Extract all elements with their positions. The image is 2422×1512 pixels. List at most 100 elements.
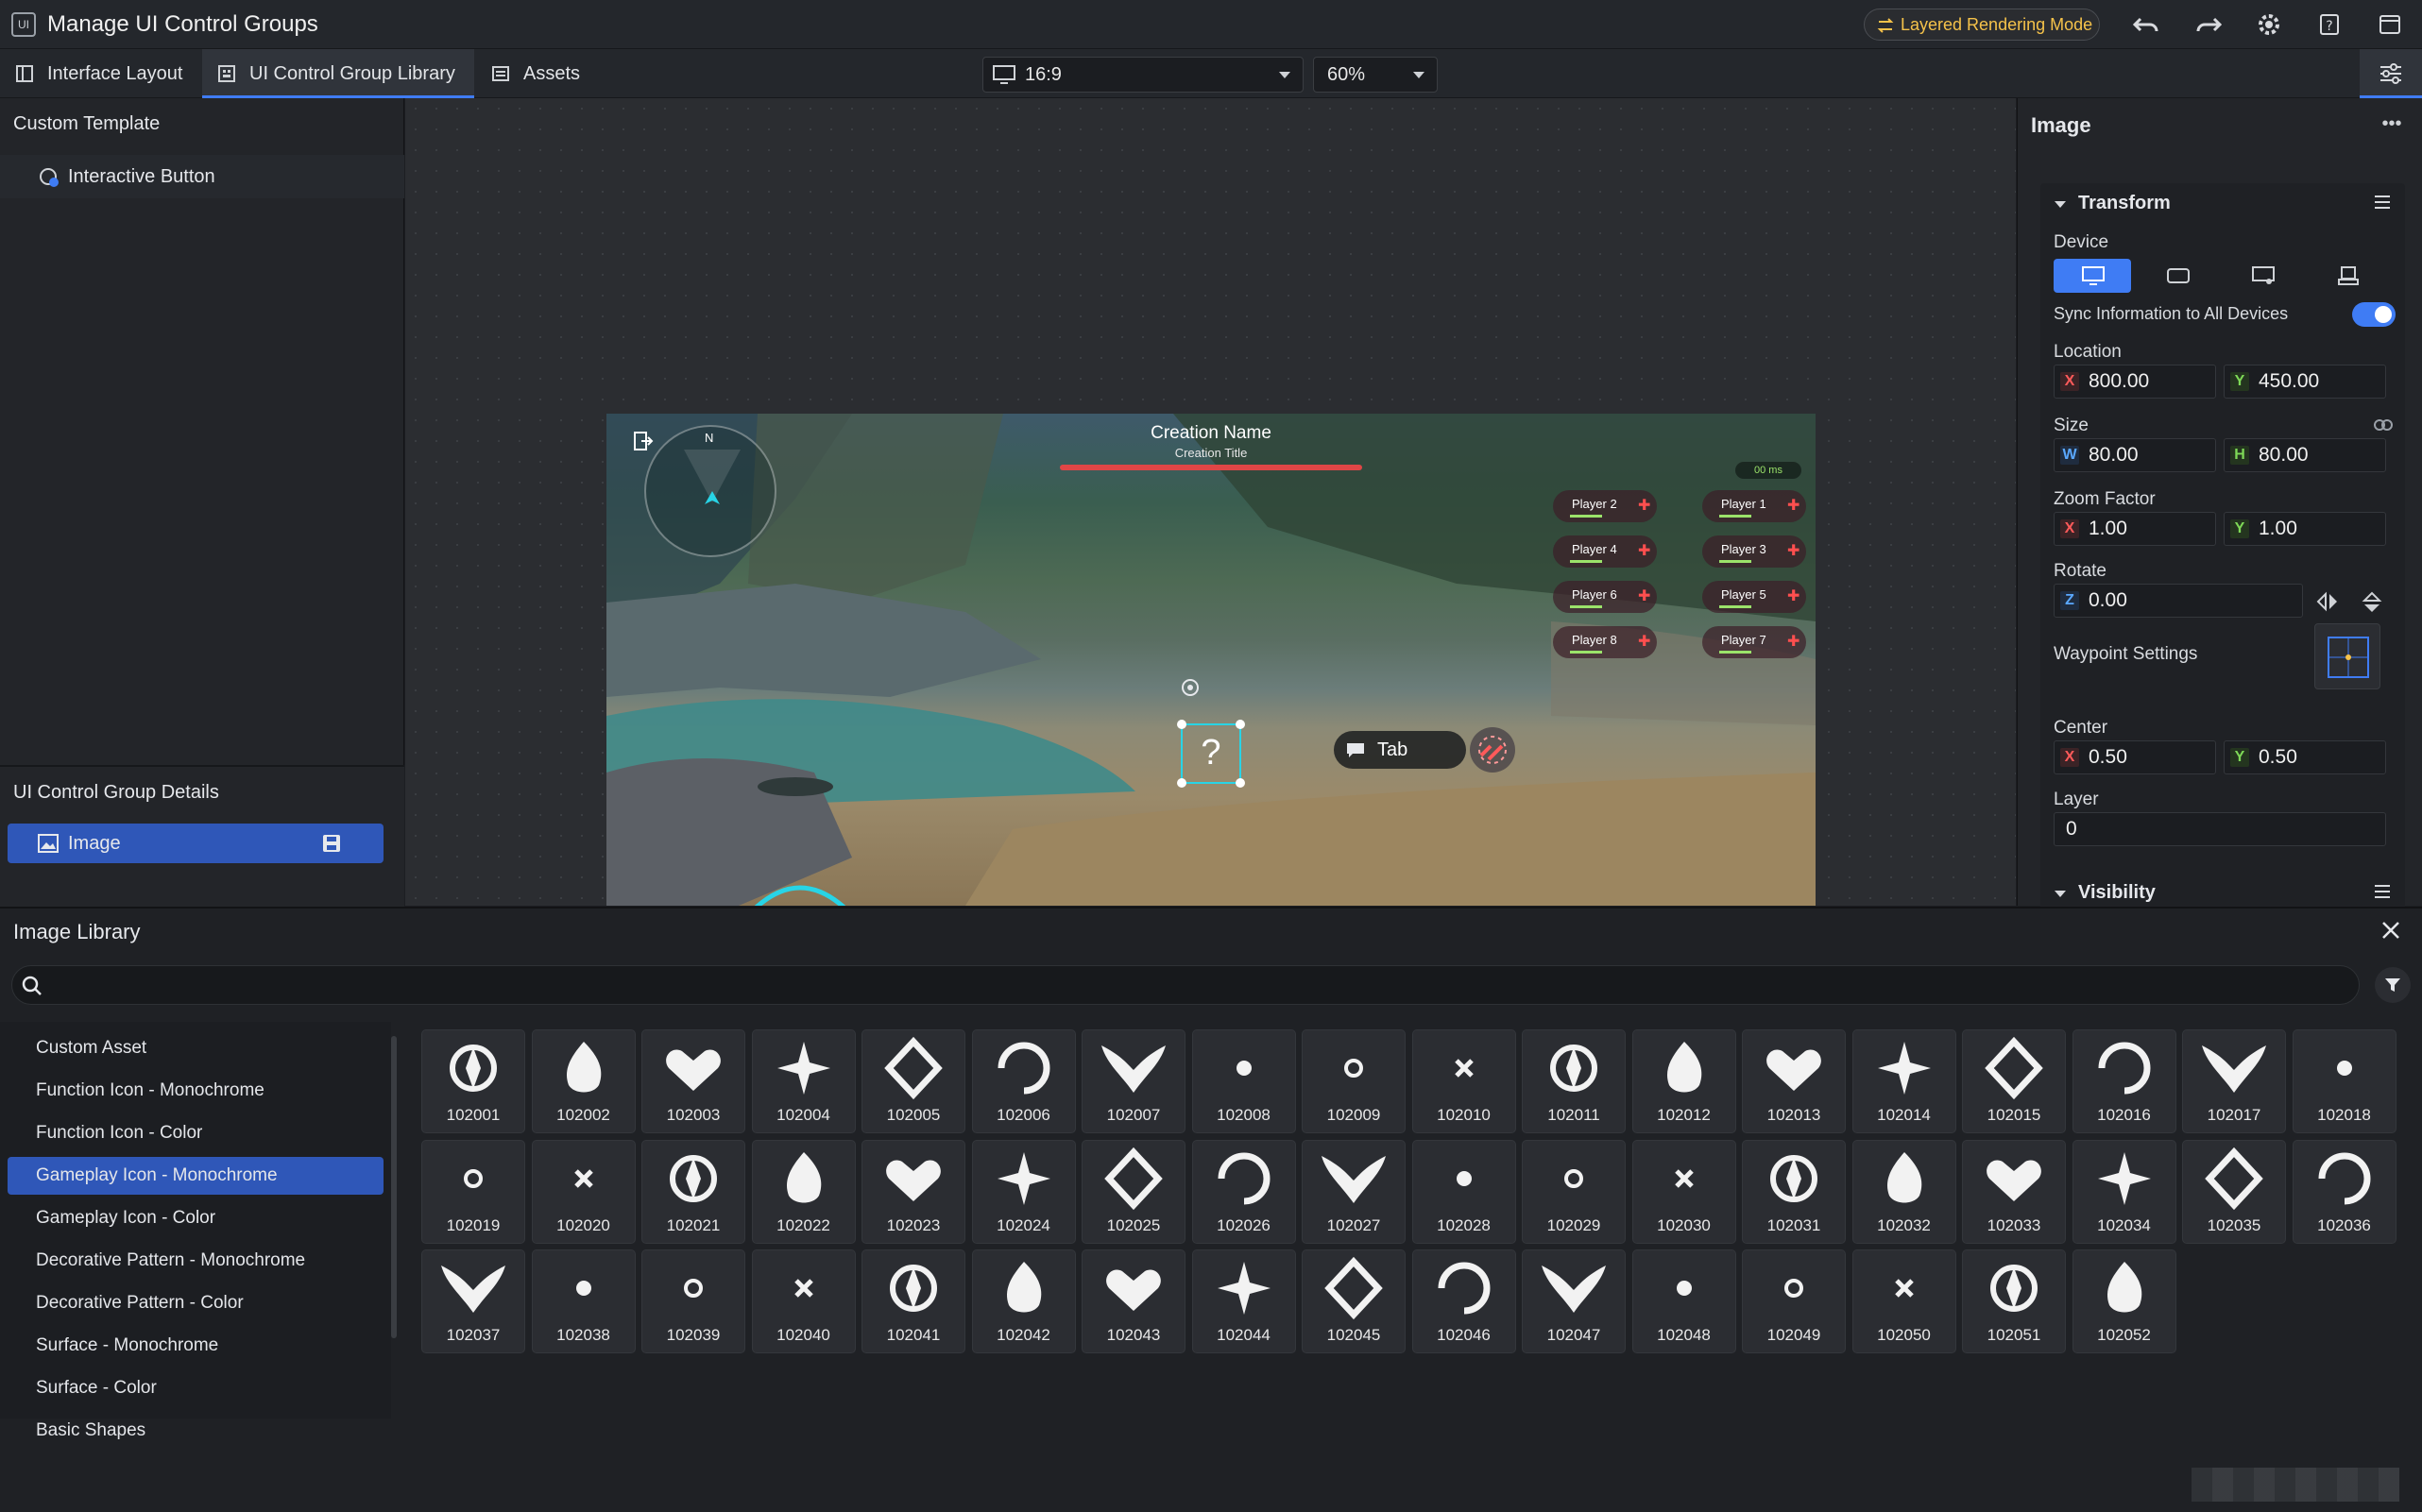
- center-x-field[interactable]: X 0.50: [2054, 740, 2216, 774]
- location-y-field[interactable]: Y 450.00: [2224, 365, 2386, 399]
- icon-tile-102016[interactable]: 102016: [2072, 1029, 2176, 1133]
- icon-tile-102052[interactable]: 102052: [2072, 1249, 2176, 1353]
- icon-tile-102001[interactable]: 102001: [421, 1029, 525, 1133]
- icon-tile-102032[interactable]: 102032: [1851, 1139, 1956, 1244]
- device-console-button[interactable]: [2224, 259, 2301, 293]
- sync-toggle[interactable]: [2352, 302, 2396, 327]
- icon-tile-102045[interactable]: 102045: [1302, 1249, 1406, 1353]
- icon-tile-102049[interactable]: 102049: [1742, 1249, 1846, 1353]
- zoom-y-field[interactable]: Y 1.00: [2224, 512, 2386, 546]
- icon-tile-102004[interactable]: 102004: [751, 1029, 856, 1133]
- resize-handle[interactable]: [1177, 778, 1186, 788]
- icon-tile-102011[interactable]: 102011: [1522, 1029, 1626, 1133]
- detail-item-image[interactable]: Image: [8, 824, 384, 863]
- zoom-select[interactable]: 60%: [1313, 57, 1438, 93]
- link-ratio-icon[interactable]: [2373, 416, 2394, 434]
- redo-icon[interactable]: [2193, 9, 2224, 40]
- selected-image-control[interactable]: ?: [1177, 720, 1245, 788]
- icon-tile-102012[interactable]: 102012: [1631, 1029, 1736, 1133]
- icon-tile-102021[interactable]: 102021: [641, 1139, 745, 1244]
- section-menu-icon[interactable]: [2373, 884, 2392, 899]
- icon-tile-102006[interactable]: 102006: [971, 1029, 1076, 1133]
- waypoint-anchor-button[interactable]: [2314, 623, 2380, 689]
- icon-tile-102029[interactable]: 102029: [1522, 1139, 1626, 1244]
- category-gameplay-icon-monochrome[interactable]: Gameplay Icon - Monochrome: [8, 1157, 384, 1195]
- size-w-field[interactable]: W 80.00: [2054, 438, 2216, 472]
- tab-interface-layout[interactable]: Interface Layout: [0, 49, 200, 98]
- save-icon[interactable]: [321, 833, 342, 854]
- icon-tile-102003[interactable]: 102003: [641, 1029, 745, 1133]
- icon-tile-102028[interactable]: 102028: [1411, 1139, 1516, 1244]
- icon-tile-102025[interactable]: 102025: [1082, 1139, 1185, 1244]
- undo-icon[interactable]: [2131, 9, 2161, 40]
- icon-tile-102027[interactable]: 102027: [1302, 1139, 1406, 1244]
- device-mobile-button[interactable]: [2139, 259, 2216, 293]
- icon-tile-102048[interactable]: 102048: [1631, 1249, 1736, 1353]
- close-icon[interactable]: [2380, 920, 2401, 941]
- icon-tile-102031[interactable]: 102031: [1742, 1139, 1846, 1244]
- icon-tile-102039[interactable]: 102039: [641, 1249, 745, 1353]
- icon-tile-102024[interactable]: 102024: [971, 1139, 1076, 1244]
- tab-ui-control-group-library[interactable]: UI Control Group Library: [202, 49, 474, 98]
- category-scrollbar[interactable]: [391, 1036, 397, 1338]
- category-basic-shapes[interactable]: Basic Shapes: [8, 1412, 384, 1450]
- flip-vertical-icon[interactable]: [2362, 591, 2382, 614]
- collapse-caret-icon[interactable]: [2054, 200, 2067, 210]
- icon-tile-102009[interactable]: 102009: [1302, 1029, 1406, 1133]
- icon-tile-102042[interactable]: 102042: [971, 1249, 1076, 1353]
- icon-tile-102022[interactable]: 102022: [751, 1139, 856, 1244]
- icon-tile-102040[interactable]: 102040: [751, 1249, 856, 1353]
- icon-tile-102034[interactable]: 102034: [2072, 1139, 2176, 1244]
- icon-tile-102036[interactable]: 102036: [2292, 1139, 2396, 1244]
- exit-icon[interactable]: [633, 431, 654, 451]
- search-input[interactable]: [50, 970, 2345, 1000]
- icon-tile-102013[interactable]: 102013: [1742, 1029, 1846, 1133]
- icon-tile-102023[interactable]: 102023: [861, 1139, 965, 1244]
- icon-tile-102020[interactable]: 102020: [531, 1139, 636, 1244]
- icon-tile-102033[interactable]: 102033: [1962, 1139, 2066, 1244]
- icon-tile-102018[interactable]: 102018: [2292, 1029, 2396, 1133]
- icon-tile-102002[interactable]: 102002: [531, 1029, 636, 1133]
- category-function-icon-color[interactable]: Function Icon - Color: [8, 1114, 384, 1152]
- template-item-interactive-button[interactable]: Interactive Button: [0, 155, 404, 198]
- settings-gear-icon[interactable]: [2254, 9, 2284, 40]
- category-function-icon-monochrome[interactable]: Function Icon - Monochrome: [8, 1072, 384, 1110]
- collapse-caret-icon[interactable]: [2054, 890, 2067, 899]
- icon-tile-102010[interactable]: 102010: [1411, 1029, 1516, 1133]
- icon-tile-102050[interactable]: 102050: [1851, 1249, 1956, 1353]
- category-surface-monochrome[interactable]: Surface - Monochrome: [8, 1327, 384, 1365]
- rotate-z-field[interactable]: Z 0.00: [2054, 584, 2303, 618]
- window-maximize-icon[interactable]: [2375, 9, 2405, 40]
- icon-tile-102037[interactable]: 102037: [421, 1249, 525, 1353]
- help-icon[interactable]: ?: [2314, 9, 2345, 40]
- icon-tile-102019[interactable]: 102019: [421, 1139, 525, 1244]
- layer-field[interactable]: 0: [2054, 812, 2386, 846]
- icon-tile-102015[interactable]: 102015: [1962, 1029, 2066, 1133]
- category-decorative-pattern-color[interactable]: Decorative Pattern - Color: [8, 1284, 384, 1322]
- icon-tile-102041[interactable]: 102041: [861, 1249, 965, 1353]
- zoom-x-field[interactable]: X 1.00: [2054, 512, 2216, 546]
- category-gameplay-icon-color[interactable]: Gameplay Icon - Color: [8, 1199, 384, 1237]
- rotate-handle-icon[interactable]: [1179, 676, 1202, 699]
- center-y-field[interactable]: Y 0.50: [2224, 740, 2386, 774]
- icon-tile-102047[interactable]: 102047: [1522, 1249, 1626, 1353]
- category-decorative-pattern-monochrome[interactable]: Decorative Pattern - Monochrome: [8, 1242, 384, 1280]
- icon-tile-102030[interactable]: 102030: [1631, 1139, 1736, 1244]
- more-options-icon[interactable]: •••: [2377, 113, 2407, 140]
- size-h-field[interactable]: H 80.00: [2224, 438, 2386, 472]
- tab-assets[interactable]: Assets: [476, 49, 608, 98]
- icon-tile-102046[interactable]: 102046: [1411, 1249, 1516, 1353]
- icon-tile-102007[interactable]: 102007: [1082, 1029, 1185, 1133]
- icon-tile-102008[interactable]: 102008: [1191, 1029, 1296, 1133]
- flip-horizontal-icon[interactable]: [2316, 591, 2339, 612]
- device-pc-button[interactable]: [2054, 259, 2131, 293]
- icon-tile-102026[interactable]: 102026: [1191, 1139, 1296, 1244]
- location-x-field[interactable]: X 800.00: [2054, 365, 2216, 399]
- icon-tile-102035[interactable]: 102035: [2182, 1139, 2286, 1244]
- resize-handle[interactable]: [1236, 778, 1245, 788]
- icon-tile-102038[interactable]: 102038: [531, 1249, 636, 1353]
- icon-tile-102051[interactable]: 102051: [1962, 1249, 2066, 1353]
- aspect-ratio-select[interactable]: 16:9: [982, 57, 1304, 93]
- properties-toggle-button[interactable]: [2360, 49, 2422, 98]
- icon-tile-102017[interactable]: 102017: [2182, 1029, 2286, 1133]
